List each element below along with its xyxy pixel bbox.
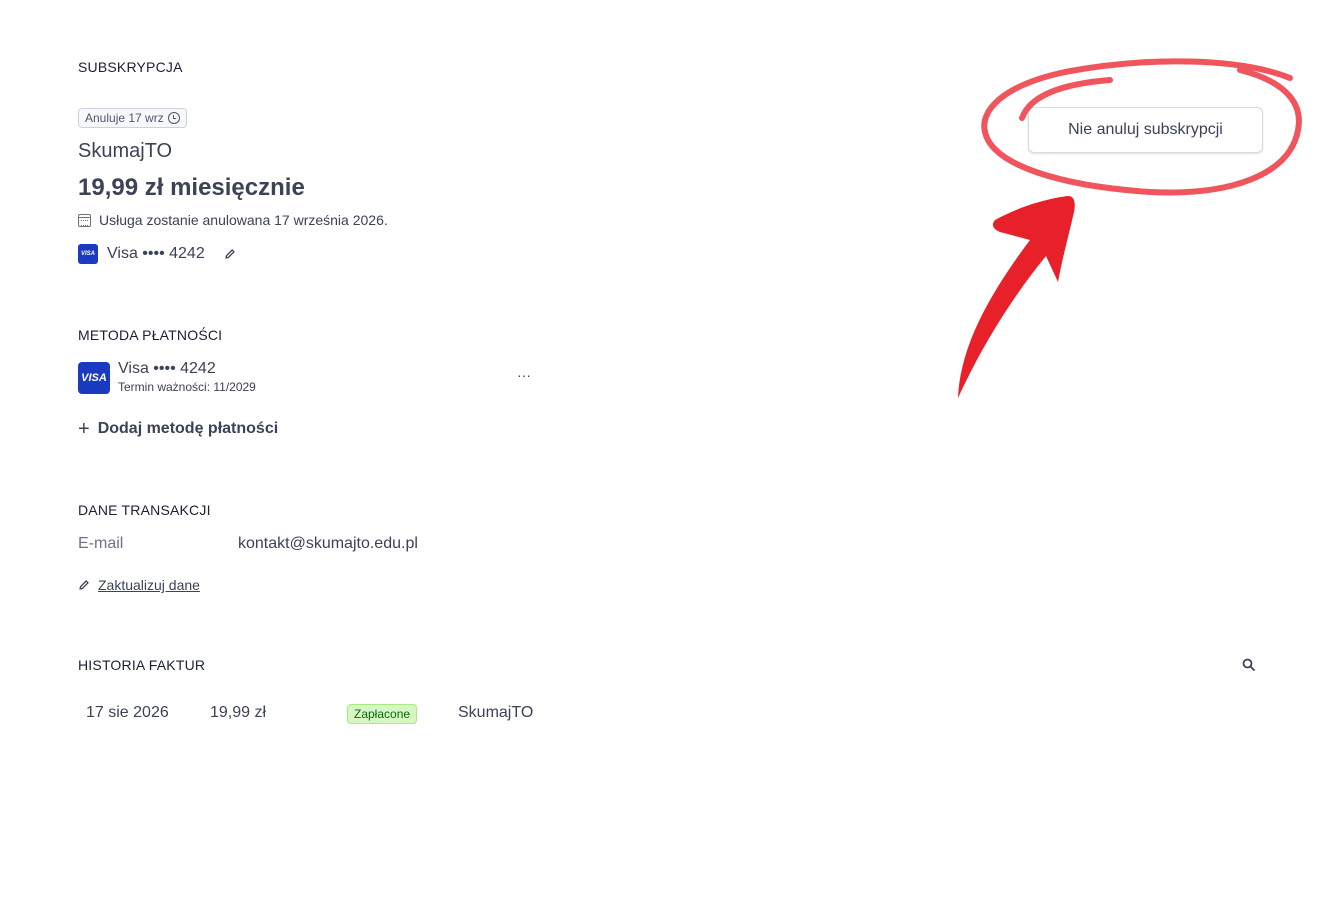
calendar-icon bbox=[78, 213, 91, 227]
add-payment-method-label: Dodaj metodę płatności bbox=[97, 420, 279, 437]
update-billing-label: Zaktualizuj dane bbox=[98, 577, 200, 593]
plus-icon: + bbox=[78, 418, 90, 440]
email-label: E-mail bbox=[78, 535, 124, 552]
invoice-amount: 19,99 zł bbox=[210, 704, 267, 721]
payment-method-section-title: METODA PŁATNOŚCI bbox=[78, 327, 223, 343]
search-invoices-button[interactable] bbox=[1238, 654, 1258, 674]
subscription-price: 19,99 zł miesięcznie bbox=[78, 174, 305, 201]
update-billing-link[interactable]: Zaktualizuj dane bbox=[78, 577, 200, 593]
cancel-badge-label: Anuluje 17 wrz bbox=[85, 111, 164, 125]
visa-icon: VISA bbox=[78, 244, 98, 264]
subscription-card-label: Visa •••• 4242 bbox=[107, 245, 205, 262]
billing-section-title: DANE TRANSAKCJI bbox=[78, 502, 211, 518]
add-payment-method-button[interactable]: + Dodaj metodę płatności bbox=[78, 418, 279, 440]
billing-portal-page: SUBSKRYPCJA Anuluje 17 wrz SkumajTO 19,9… bbox=[0, 0, 1332, 898]
invoice-status-badge: Zapłacone bbox=[347, 704, 418, 724]
annotation-arrow bbox=[958, 196, 1075, 398]
invoice-date: 17 sie 2026 bbox=[86, 704, 169, 721]
cancel-info: Usługa zostanie anulowana 17 września 20… bbox=[78, 212, 388, 228]
invoice-product: SkumajTO bbox=[458, 704, 534, 721]
edit-pencil-icon bbox=[78, 579, 90, 591]
more-options-button[interactable]: ··· bbox=[514, 366, 534, 386]
edit-pencil-icon[interactable] bbox=[224, 248, 236, 260]
clock-icon bbox=[167, 112, 180, 124]
payment-method-expiry: Termin ważności: 11/2029 bbox=[118, 380, 256, 394]
invoice-history-section-title: HISTORIA FAKTUR bbox=[78, 657, 206, 673]
visa-card-icon: VISA bbox=[78, 362, 110, 394]
subscription-section-title: SUBSKRYPCJA bbox=[78, 59, 183, 75]
search-icon bbox=[1242, 658, 1255, 671]
cancel-info-text: Usługa zostanie anulowana 17 września 20… bbox=[99, 212, 388, 228]
product-name: SkumajTO bbox=[78, 140, 173, 162]
dont-cancel-subscription-button[interactable]: Nie anuluj subskrypcji bbox=[1028, 107, 1263, 153]
payment-method-label: Visa •••• 4242 bbox=[118, 360, 216, 377]
cancel-date-badge: Anuluje 17 wrz bbox=[78, 108, 187, 128]
subscription-card: VISA Visa •••• 4242 bbox=[78, 244, 236, 264]
email-value: kontakt@skumajto.edu.pl bbox=[238, 535, 418, 552]
